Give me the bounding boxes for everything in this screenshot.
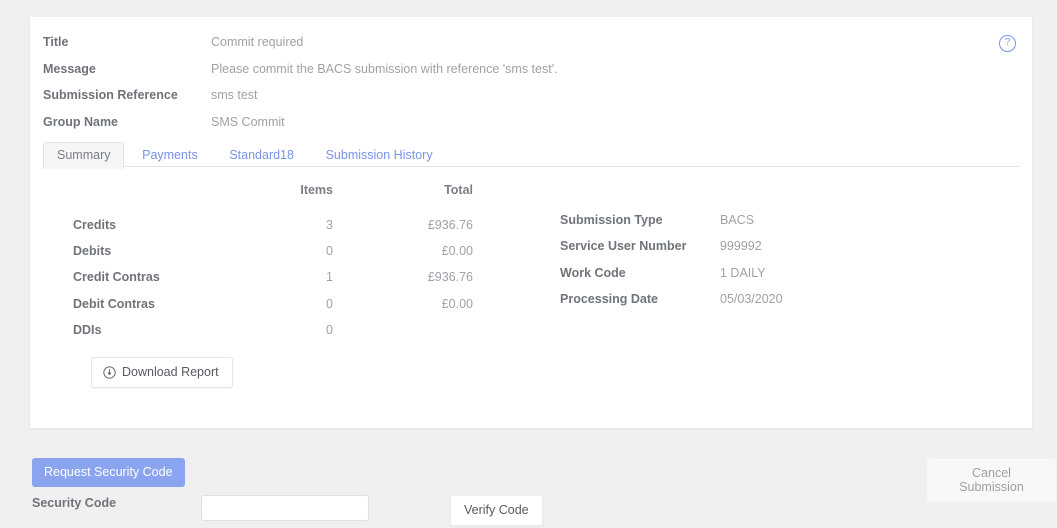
- detail-value-work-code: 1 DAILY: [720, 265, 766, 280]
- cell-total-ddis: [333, 317, 473, 343]
- download-report-button[interactable]: Download Report: [91, 357, 233, 388]
- detail-label-work-code: Work Code: [560, 265, 626, 280]
- detail-row-work-code: Work Code 1 DAILY: [560, 266, 980, 292]
- detail-row-service-user-number: Service User Number 999992: [560, 239, 980, 265]
- security-code-label: Security Code: [32, 496, 117, 510]
- detail-label-service-user-number: Service User Number: [560, 239, 687, 254]
- cell-items-debits: 0: [326, 243, 333, 258]
- cell-label-debits: Debits: [73, 243, 112, 258]
- cell-items-credit-contras: 1: [326, 270, 333, 285]
- detail-label-processing-date: Processing Date: [560, 292, 658, 307]
- cell-total-credits: £936.76: [427, 217, 473, 232]
- cell-label-credit-contras: Credit Contras: [73, 270, 160, 285]
- submission-header-fields: Title Commit required Message Please com…: [43, 35, 1003, 141]
- cell-total-credit-contras: £936.76: [427, 270, 473, 285]
- cell-label-ddis: DDIs: [73, 323, 102, 338]
- field-row-group-name: Group Name SMS Commit: [43, 115, 1003, 142]
- field-row-submission-reference: Submission Reference sms test: [43, 88, 1003, 115]
- download-circle-icon: [103, 365, 116, 379]
- table-row: Credits 3 £936.76: [43, 211, 473, 237]
- field-label-message: Message: [43, 61, 96, 76]
- cancel-submission-button[interactable]: Cancel Submission: [926, 458, 1057, 503]
- download-report-label: Download Report: [122, 365, 219, 379]
- tab-submission-history[interactable]: Submission History: [312, 142, 447, 169]
- tab-summary[interactable]: Summary: [43, 142, 125, 169]
- cell-items-debit-contras: 0: [326, 296, 333, 311]
- cell-total-debit-contras: £0.00: [441, 296, 473, 311]
- field-value-title: Commit required: [211, 35, 304, 49]
- summary-table: Items Total Credits 3 £936.76 Debits 0 £…: [43, 177, 473, 343]
- column-header-category: [43, 177, 233, 211]
- table-row: DDIs 0: [43, 317, 473, 343]
- field-row-title: Title Commit required: [43, 35, 1003, 62]
- tab-bar: Summary Payments Standard18 Submission H…: [43, 141, 1019, 169]
- cell-total-debits: £0.00: [441, 243, 473, 258]
- detail-label-submission-type: Submission Type: [560, 213, 663, 227]
- verify-code-button[interactable]: Verify Code: [450, 495, 543, 526]
- field-label-group-name: Group Name: [43, 114, 119, 129]
- cell-label-credits: Credits: [73, 217, 117, 232]
- details-top-spacer: [560, 177, 980, 213]
- cell-items-credits: 3: [326, 217, 333, 232]
- field-label-title: Title: [43, 35, 69, 49]
- submission-details-panel: Submission Type BACS Service User Number…: [560, 177, 980, 319]
- table-header-row: Items Total: [43, 177, 473, 211]
- security-code-input[interactable]: [201, 495, 369, 521]
- submission-detail-card: ? Title Commit required Message Please c…: [30, 17, 1032, 428]
- cell-label-debit-contras: Debit Contras: [73, 296, 155, 311]
- tab-standard18[interactable]: Standard18: [215, 142, 308, 169]
- request-security-code-button[interactable]: Request Security Code: [32, 458, 185, 487]
- detail-row-submission-type: Submission Type BACS: [560, 213, 980, 239]
- table-row: Debit Contras 0 £0.00: [43, 291, 473, 317]
- detail-value-processing-date: 05/03/2020: [720, 292, 783, 307]
- field-label-submission-reference: Submission Reference: [43, 88, 178, 102]
- detail-value-submission-type: BACS: [720, 213, 755, 227]
- table-row: Credit Contras 1 £936.76: [43, 264, 473, 290]
- field-value-group-name: SMS Commit: [211, 114, 285, 129]
- table-row: Debits 0 £0.00: [43, 238, 473, 264]
- detail-row-processing-date: Processing Date 05/03/2020: [560, 292, 980, 318]
- field-row-message: Message Please commit the BACS submissio…: [43, 62, 1003, 89]
- field-value-submission-reference: sms test: [211, 88, 258, 102]
- column-header-total: Total: [444, 183, 473, 198]
- cell-items-ddis: 0: [326, 323, 333, 338]
- column-header-items: Items: [300, 183, 333, 198]
- field-value-message: Please commit the BACS submission with r…: [211, 61, 558, 76]
- detail-value-service-user-number: 999992: [720, 239, 762, 254]
- tab-payments[interactable]: Payments: [128, 142, 212, 169]
